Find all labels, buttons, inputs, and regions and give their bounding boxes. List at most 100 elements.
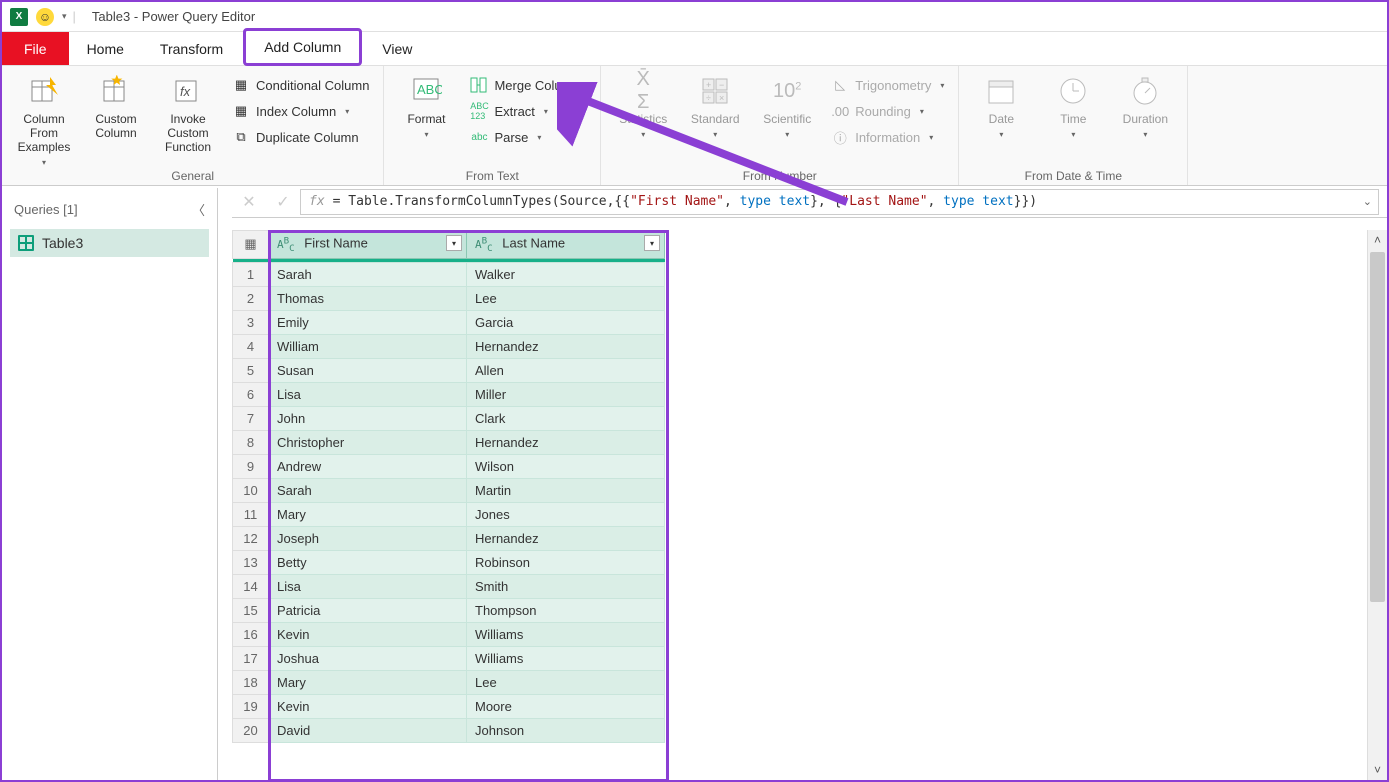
cell[interactable]: Andrew xyxy=(269,454,467,478)
query-item-table3[interactable]: Table3 xyxy=(10,229,209,257)
vertical-scrollbar[interactable]: ˄ ˅ xyxy=(1367,230,1387,780)
table-row[interactable]: 3EmilyGarcia xyxy=(233,310,665,334)
extract-button[interactable]: ABC123 Extract ▾ xyxy=(466,100,590,122)
cell[interactable]: Thomas xyxy=(269,286,467,310)
cell[interactable]: Williams xyxy=(467,646,665,670)
information-button[interactable]: ⓘ Information ▾ xyxy=(827,126,948,148)
column-from-examples-button[interactable]: Column From Examples ▾ xyxy=(12,70,76,167)
table-row[interactable]: 16KevinWilliams xyxy=(233,622,665,646)
row-number[interactable]: 12 xyxy=(233,526,269,550)
cell[interactable]: Lisa xyxy=(269,382,467,406)
cell[interactable]: Robinson xyxy=(467,550,665,574)
row-number-header[interactable]: ▦ xyxy=(233,231,269,259)
expand-formula-icon[interactable]: ⌄ xyxy=(1363,195,1372,208)
filter-dropdown-icon[interactable]: ▾ xyxy=(644,235,660,251)
cell[interactable]: Sarah xyxy=(269,478,467,502)
cell[interactable]: Miller xyxy=(467,382,665,406)
scroll-up-icon[interactable]: ˄ xyxy=(1368,230,1387,250)
cell[interactable]: Kevin xyxy=(269,694,467,718)
cell[interactable]: Smith xyxy=(467,574,665,598)
cell[interactable]: Lisa xyxy=(269,574,467,598)
merge-columns-button[interactable]: Merge Columns xyxy=(466,74,590,96)
row-number[interactable]: 8 xyxy=(233,430,269,454)
cell[interactable]: Patricia xyxy=(269,598,467,622)
table-row[interactable]: 8ChristopherHernandez xyxy=(233,430,665,454)
cell[interactable]: John xyxy=(269,406,467,430)
tab-transform[interactable]: Transform xyxy=(142,32,241,65)
cell[interactable]: Johnson xyxy=(467,718,665,742)
cell[interactable]: Joshua xyxy=(269,646,467,670)
parse-button[interactable]: abc Parse ▾ xyxy=(466,126,590,148)
scroll-thumb[interactable] xyxy=(1370,252,1385,602)
row-number[interactable]: 17 xyxy=(233,646,269,670)
cell[interactable]: Clark xyxy=(467,406,665,430)
duplicate-column-button[interactable]: ⧉ Duplicate Column xyxy=(228,126,373,148)
cell[interactable]: Susan xyxy=(269,358,467,382)
rounding-button[interactable]: .00 Rounding ▾ xyxy=(827,100,948,122)
row-number[interactable]: 10 xyxy=(233,478,269,502)
table-row[interactable]: 10SarahMartin xyxy=(233,478,665,502)
table-row[interactable]: 14LisaSmith xyxy=(233,574,665,598)
duration-button[interactable]: Duration ▾ xyxy=(1113,70,1177,139)
table-row[interactable]: 2ThomasLee xyxy=(233,286,665,310)
tab-view[interactable]: View xyxy=(364,32,430,65)
table-row[interactable]: 7JohnClark xyxy=(233,406,665,430)
cell[interactable]: Joseph xyxy=(269,526,467,550)
cell[interactable]: Garcia xyxy=(467,310,665,334)
cell[interactable]: Jones xyxy=(467,502,665,526)
standard-button[interactable]: +−÷× Standard ▾ xyxy=(683,70,747,139)
cell[interactable]: Walker xyxy=(467,262,665,286)
cell[interactable]: Wilson xyxy=(467,454,665,478)
cell[interactable]: Hernandez xyxy=(467,430,665,454)
table-row[interactable]: 17JoshuaWilliams xyxy=(233,646,665,670)
index-column-button[interactable]: ▦ Index Column ▾ xyxy=(228,100,373,122)
row-number[interactable]: 5 xyxy=(233,358,269,382)
row-number[interactable]: 14 xyxy=(233,574,269,598)
invoke-custom-function-button[interactable]: fx Invoke Custom Function xyxy=(156,70,220,154)
row-number[interactable]: 6 xyxy=(233,382,269,406)
table-row[interactable]: 6LisaMiller xyxy=(233,382,665,406)
table-row[interactable]: 13BettyRobinson xyxy=(233,550,665,574)
row-number[interactable]: 1 xyxy=(233,262,269,286)
row-number[interactable]: 9 xyxy=(233,454,269,478)
row-number[interactable]: 20 xyxy=(233,718,269,742)
table-row[interactable]: 19KevinMoore xyxy=(233,694,665,718)
conditional-column-button[interactable]: ▦ Conditional Column xyxy=(228,74,373,96)
trigonometry-button[interactable]: ◺ Trigonometry ▾ xyxy=(827,74,948,96)
cancel-formula-button[interactable]: ✕ xyxy=(232,192,266,212)
cell[interactable]: David xyxy=(269,718,467,742)
row-number[interactable]: 18 xyxy=(233,670,269,694)
time-button[interactable]: Time ▾ xyxy=(1041,70,1105,139)
table-row[interactable]: 4WilliamHernandez xyxy=(233,334,665,358)
cell[interactable]: Emily xyxy=(269,310,467,334)
cell[interactable]: Christopher xyxy=(269,430,467,454)
tab-home[interactable]: Home xyxy=(69,32,142,65)
table-row[interactable]: 12JosephHernandez xyxy=(233,526,665,550)
cell[interactable]: Kevin xyxy=(269,622,467,646)
cell[interactable]: Moore xyxy=(467,694,665,718)
cell[interactable]: Betty xyxy=(269,550,467,574)
cell[interactable]: Lee xyxy=(467,670,665,694)
tab-file[interactable]: File xyxy=(2,32,69,65)
qat-dropdown-icon[interactable]: ▾ xyxy=(62,11,67,22)
cell[interactable]: Allen xyxy=(467,358,665,382)
cell[interactable]: Mary xyxy=(269,502,467,526)
cell[interactable]: Hernandez xyxy=(467,526,665,550)
row-number[interactable]: 3 xyxy=(233,310,269,334)
row-number[interactable]: 4 xyxy=(233,334,269,358)
row-number[interactable]: 15 xyxy=(233,598,269,622)
scroll-down-icon[interactable]: ˅ xyxy=(1368,760,1387,780)
cell[interactable]: Hernandez xyxy=(467,334,665,358)
table-row[interactable]: 11MaryJones xyxy=(233,502,665,526)
tab-add-column[interactable]: Add Column xyxy=(243,28,362,66)
column-header-first-name[interactable]: ABC First Name ▾ xyxy=(269,231,467,259)
table-row[interactable]: 15PatriciaThompson xyxy=(233,598,665,622)
format-button[interactable]: ABC Format ▾ xyxy=(394,70,458,139)
filter-dropdown-icon[interactable]: ▾ xyxy=(446,235,462,251)
row-number[interactable]: 11 xyxy=(233,502,269,526)
collapse-pane-icon[interactable]: 〈 xyxy=(192,200,205,219)
cell[interactable]: Mary xyxy=(269,670,467,694)
table-row[interactable]: 5SusanAllen xyxy=(233,358,665,382)
smiley-icon[interactable]: ☺ xyxy=(34,6,56,28)
cell[interactable]: Williams xyxy=(467,622,665,646)
